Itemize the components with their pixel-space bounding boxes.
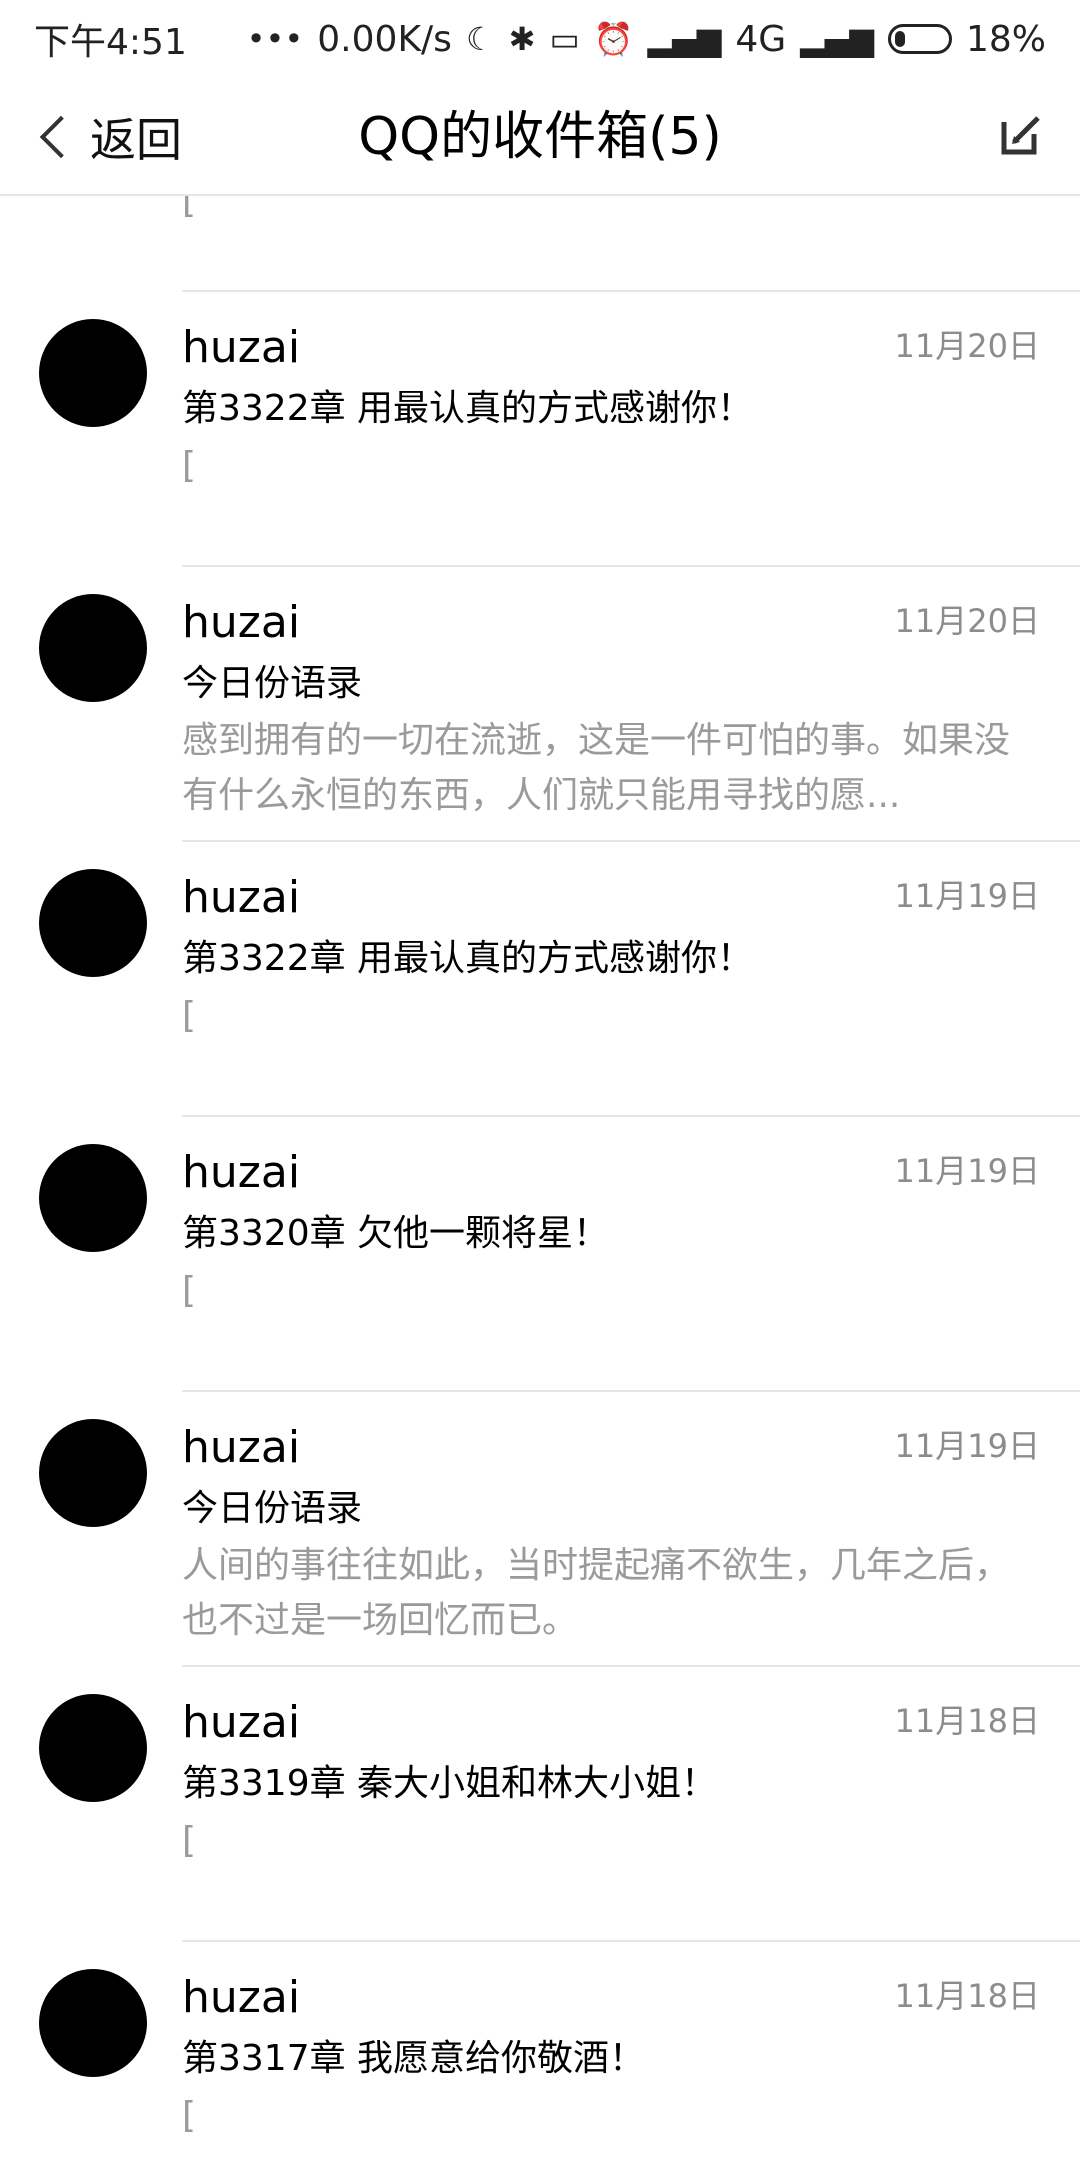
status-bar: 下午4:51 ••• 0.00K/s ☾ ✱ ▭ ⏰ ▂▄▆ 4G ▂▄▆ 18…	[0, 0, 1080, 78]
status-icons: ••• 0.00K/s ☾ ✱ ▭ ⏰ ▂▄▆ 4G ▂▄▆ 18%	[247, 19, 1046, 60]
mail-list[interactable]: [ huzai 11月20日 第3322章 用最认真的方式感谢你！[huzai 11月…	[0, 196, 1080, 2160]
message-date: 11月20日	[894, 327, 1040, 365]
message-subject: 今日份语录	[182, 1488, 363, 1529]
preview-text: [	[182, 196, 197, 221]
list-item[interactable]: huzai 11月18日第3317章 我愿意给你敬酒！ [	[0, 1942, 1080, 2160]
list-item[interactable]: huzai 11月18日第3319章 秦大小姐和林大小姐！ [	[0, 1667, 1080, 1942]
avatar	[39, 869, 147, 977]
sender-name: huzai	[182, 1147, 301, 1198]
message-subject: 第3317章 我愿意给你敬酒！	[182, 2038, 646, 2079]
message-date: 11月18日	[894, 1702, 1040, 1740]
sender-name: huzai	[182, 1697, 301, 1748]
network-speed: 0.00K/s	[317, 18, 452, 60]
message-preview: [	[182, 1270, 197, 1311]
list-item-partial[interactable]: [	[182, 196, 1080, 292]
battery-level: 18%	[965, 18, 1046, 60]
message-date: 11月19日	[894, 1152, 1040, 1190]
message-date: 11月20日	[894, 602, 1040, 640]
network-type: 4G	[735, 18, 787, 60]
list-item[interactable]: huzai 11月20日第3322章 用最认真的方式感谢你！ [	[0, 292, 1080, 567]
message-preview: 感到拥有的一切在流逝，这是一件可怕的事。如果没有什么永恒的东西，人们就只能用寻找…	[182, 720, 1011, 816]
avatar	[39, 1969, 147, 2077]
signal-icon: ▂▄▆	[800, 20, 874, 58]
list-item[interactable]: huzai 11月20日今日份语录感到拥有的一切在流逝，这是一件可怕的事。如果没有…	[0, 567, 1080, 842]
list-item[interactable]: huzai 11月19日第3320章 欠他一颗将星！ [	[0, 1117, 1080, 1392]
message-preview: [	[182, 2095, 197, 2136]
sender-name: huzai	[182, 872, 301, 923]
message-subject: 第3322章 用最认真的方式感谢你！	[182, 388, 754, 429]
message-preview: 人间的事往往如此，当时提起痛不欲生，几年之后，也不过是一场回忆而已。	[182, 1545, 1011, 1641]
status-time: 下午4:51	[34, 22, 187, 63]
message-subject: 今日份语录	[182, 663, 363, 704]
signal-hd-icon: ▂▄▆	[647, 20, 722, 58]
battery-icon	[887, 24, 952, 54]
message-preview: [	[182, 995, 197, 1036]
avatar	[39, 1144, 147, 1252]
vibrate-icon: ▭	[549, 20, 580, 58]
avatar	[39, 1694, 147, 1802]
message-date: 11月19日	[894, 877, 1040, 915]
message-subject: 第3319章 秦大小姐和林大小姐！	[182, 1763, 718, 1804]
more-dots-icon: •••	[246, 20, 304, 58]
bluetooth-icon: ✱	[508, 20, 536, 58]
sender-name: huzai	[182, 597, 301, 648]
avatar	[39, 1419, 147, 1527]
sender-name: huzai	[182, 322, 301, 373]
message-date: 11月18日	[894, 1977, 1040, 2015]
avatar	[39, 594, 147, 702]
list-item[interactable]: huzai 11月19日今日份语录人间的事往往如此，当时提起痛不欲生，几年之后，也…	[0, 1392, 1080, 1667]
message-date: 11月19日	[894, 1427, 1040, 1465]
avatar	[39, 319, 147, 427]
moon-icon: ☾	[465, 20, 495, 58]
sender-name: huzai	[182, 1972, 301, 2023]
compose-icon[interactable]	[998, 112, 1044, 158]
message-preview: [	[182, 1820, 197, 1861]
page-title: QQ的收件箱(5)	[358, 107, 722, 167]
list-item[interactable]: huzai 11月19日第3322章 用最认真的方式感谢你！ [	[0, 842, 1080, 1117]
nav-bar: 返回 QQ的收件箱(5)	[0, 78, 1080, 196]
message-subject: 第3322章 用最认真的方式感谢你！	[182, 938, 754, 979]
alarm-icon: ⏰	[593, 20, 634, 58]
message-preview: [	[182, 445, 197, 486]
message-subject: 第3320章 欠他一颗将星！	[182, 1213, 610, 1254]
sender-name: huzai	[182, 1422, 301, 1473]
